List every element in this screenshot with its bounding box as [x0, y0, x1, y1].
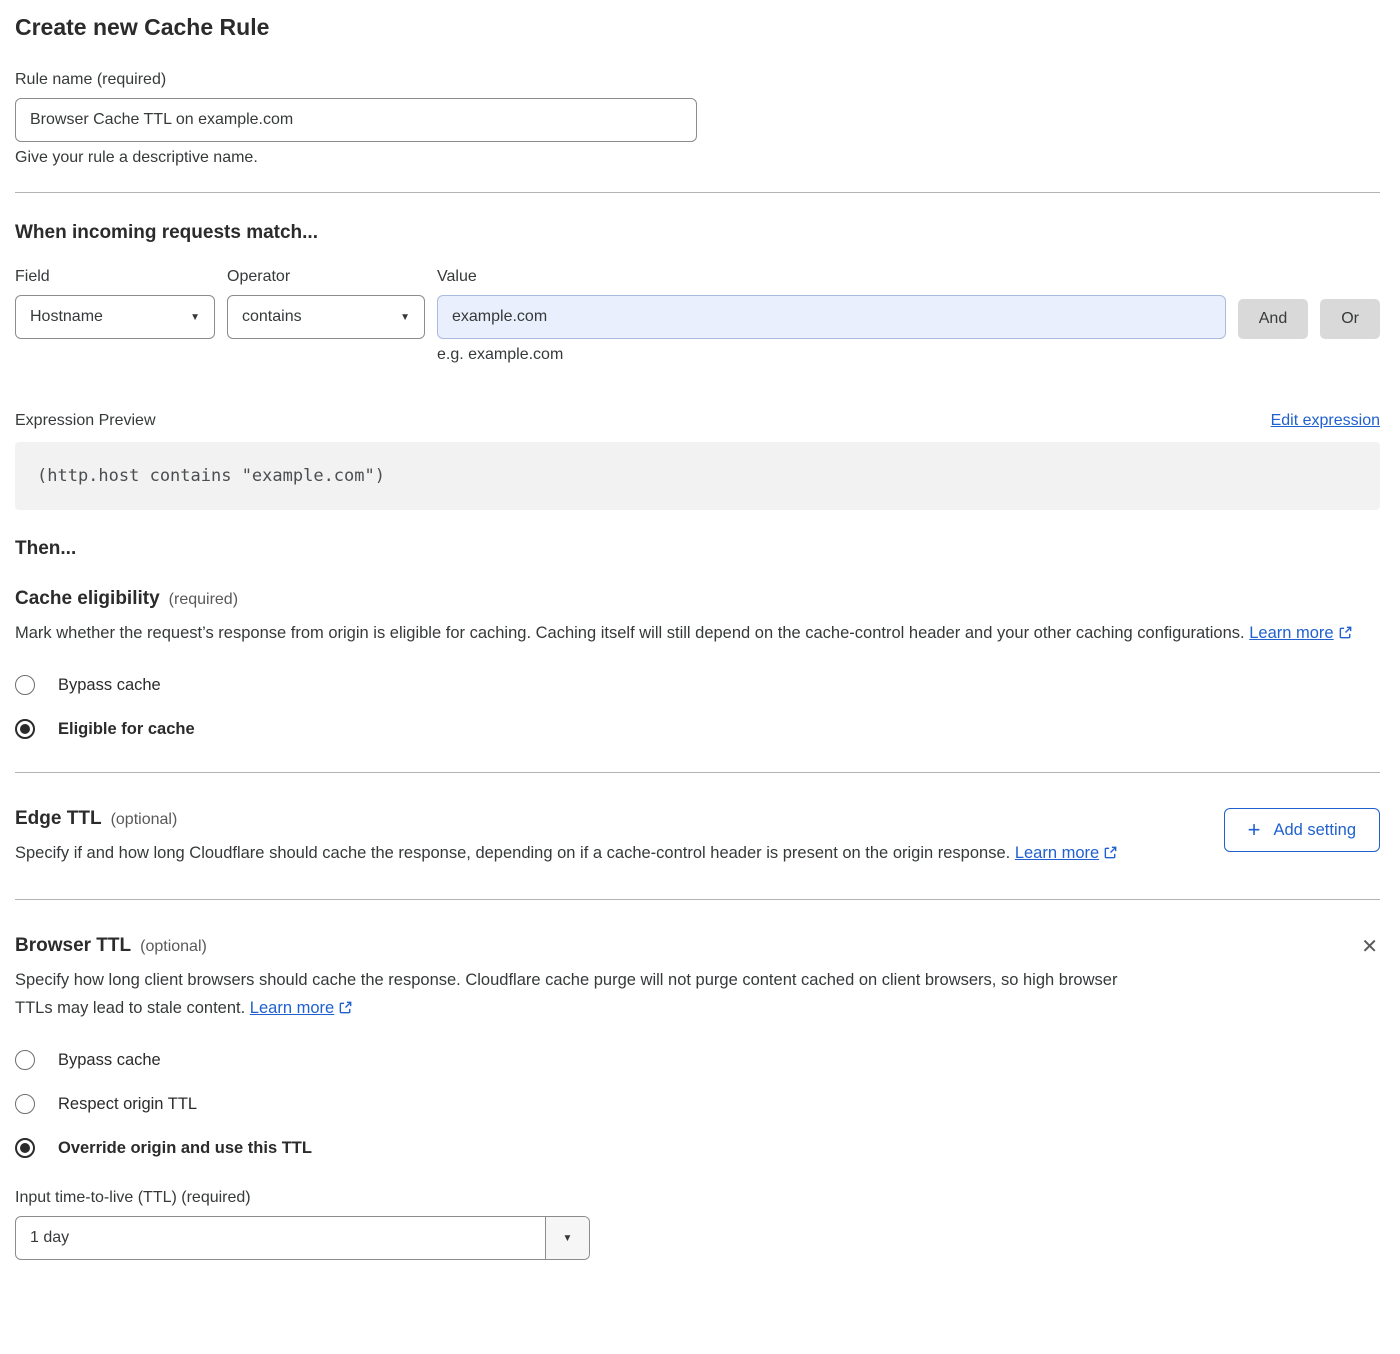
- add-setting-label: Add setting: [1273, 821, 1356, 840]
- value-help: e.g. example.com: [437, 346, 1226, 364]
- rule-name-help: Give your rule a descriptive name.: [15, 149, 1380, 167]
- radio-option-respect-origin-ttl[interactable]: Respect origin TTL: [15, 1094, 1359, 1114]
- rule-name-input[interactable]: [15, 98, 697, 142]
- plus-icon: +: [1248, 819, 1261, 841]
- condition-row: Field Hostname ▼ Operator contains ▼ Val…: [15, 268, 1380, 364]
- edge-ttl-section: Edge TTL (optional) Specify if and how l…: [15, 808, 1380, 869]
- rule-name-label: Rule name (required): [15, 71, 1380, 89]
- cache-eligibility-learn-more-link[interactable]: Learn more: [1249, 624, 1333, 642]
- cache-eligibility-heading: Cache eligibility (required): [15, 588, 1380, 610]
- ttl-input-label: Input time-to-live (TTL) (required): [15, 1189, 1359, 1207]
- radio-option-label: Respect origin TTL: [58, 1095, 197, 1114]
- browser-ttl-description: Specify how long client browsers should …: [15, 966, 1120, 1024]
- add-setting-button[interactable]: + Add setting: [1224, 808, 1380, 852]
- browser-ttl-title: Browser TTL: [15, 935, 131, 957]
- edge-ttl-heading: Edge TTL (optional): [15, 808, 1224, 830]
- operator-label: Operator: [227, 268, 425, 286]
- external-link-icon: [1103, 841, 1118, 869]
- field-label: Field: [15, 268, 215, 286]
- cache-eligibility-title: Cache eligibility: [15, 588, 160, 610]
- value-column: Value e.g. example.com: [437, 268, 1226, 364]
- radio-icon[interactable]: [15, 1050, 35, 1070]
- value-input[interactable]: [437, 295, 1226, 339]
- radio-option-label: Eligible for cache: [58, 720, 195, 739]
- page-title: Create new Cache Rule: [15, 14, 1380, 41]
- external-link-icon: [338, 996, 353, 1024]
- edit-expression-link[interactable]: Edit expression: [1271, 412, 1380, 430]
- and-button[interactable]: And: [1238, 299, 1308, 339]
- expression-preview-row: Expression Preview Edit expression: [15, 412, 1380, 430]
- field-select[interactable]: Hostname ▼: [15, 295, 215, 339]
- radio-option-label: Bypass cache: [58, 1051, 161, 1070]
- divider: [15, 772, 1380, 773]
- browser-ttl-section: Browser TTL (optional) Specify how long …: [15, 935, 1380, 1260]
- edge-ttl-content: Edge TTL (optional) Specify if and how l…: [15, 808, 1224, 869]
- radio-option-label: Override origin and use this TTL: [58, 1139, 312, 1158]
- then-heading: Then...: [15, 538, 1380, 560]
- field-select-value: Hostname: [30, 308, 103, 326]
- field-column: Field Hostname ▼: [15, 268, 215, 339]
- ttl-select-arrow[interactable]: ▼: [545, 1217, 589, 1259]
- edge-ttl-description-text: Specify if and how long Cloudflare shoul…: [15, 844, 1010, 862]
- cache-eligibility-description-text: Mark whether the request’s response from…: [15, 624, 1245, 642]
- browser-ttl-learn-more-link[interactable]: Learn more: [250, 999, 334, 1017]
- radio-icon[interactable]: [15, 1094, 35, 1114]
- value-label: Value: [437, 268, 1226, 286]
- chevron-down-icon: ▼: [400, 312, 410, 323]
- radio-option-override-origin-ttl[interactable]: Override origin and use this TTL: [15, 1138, 1359, 1158]
- operator-select-value: contains: [242, 308, 302, 326]
- edge-ttl-description: Specify if and how long Cloudflare shoul…: [15, 839, 1120, 869]
- radio-icon[interactable]: [15, 675, 35, 695]
- close-icon[interactable]: ✕: [1359, 935, 1380, 959]
- browser-ttl-content: Browser TTL (optional) Specify how long …: [15, 935, 1359, 1260]
- expression-preview-box: (http.host contains "example.com"): [15, 442, 1380, 510]
- browser-ttl-heading: Browser TTL (optional): [15, 935, 1359, 957]
- external-link-icon: [1338, 621, 1353, 649]
- radio-selected-icon[interactable]: [15, 719, 35, 739]
- ttl-select[interactable]: 1 day ▼: [15, 1216, 590, 1260]
- ttl-select-value: 1 day: [16, 1217, 545, 1259]
- radio-option-bypass-cache[interactable]: Bypass cache: [15, 675, 1380, 695]
- divider: [15, 192, 1380, 193]
- browser-ttl-qualifier: (optional): [140, 938, 207, 956]
- radio-selected-icon[interactable]: [15, 1138, 35, 1158]
- operator-select[interactable]: contains ▼: [227, 295, 425, 339]
- browser-ttl-description-text: Specify how long client browsers should …: [15, 971, 1117, 1017]
- edge-ttl-qualifier: (optional): [111, 811, 178, 829]
- divider: [15, 899, 1380, 900]
- cache-eligibility-qualifier: (required): [169, 591, 238, 609]
- radio-option-bypass-cache-browser[interactable]: Bypass cache: [15, 1050, 1359, 1070]
- or-button[interactable]: Or: [1320, 299, 1380, 339]
- match-heading: When incoming requests match...: [15, 222, 1380, 244]
- radio-option-label: Bypass cache: [58, 676, 161, 695]
- edge-ttl-title: Edge TTL: [15, 808, 102, 830]
- chevron-down-icon: ▼: [190, 312, 200, 323]
- cache-eligibility-description: Mark whether the request’s response from…: [15, 619, 1380, 649]
- radio-option-eligible-for-cache[interactable]: Eligible for cache: [15, 719, 1380, 739]
- chevron-down-icon: ▼: [563, 1233, 573, 1244]
- operator-column: Operator contains ▼: [227, 268, 425, 339]
- expression-preview-label: Expression Preview: [15, 412, 156, 430]
- edge-ttl-learn-more-link[interactable]: Learn more: [1015, 844, 1099, 862]
- create-cache-rule-form: Create new Cache Rule Rule name (require…: [0, 0, 1400, 1278]
